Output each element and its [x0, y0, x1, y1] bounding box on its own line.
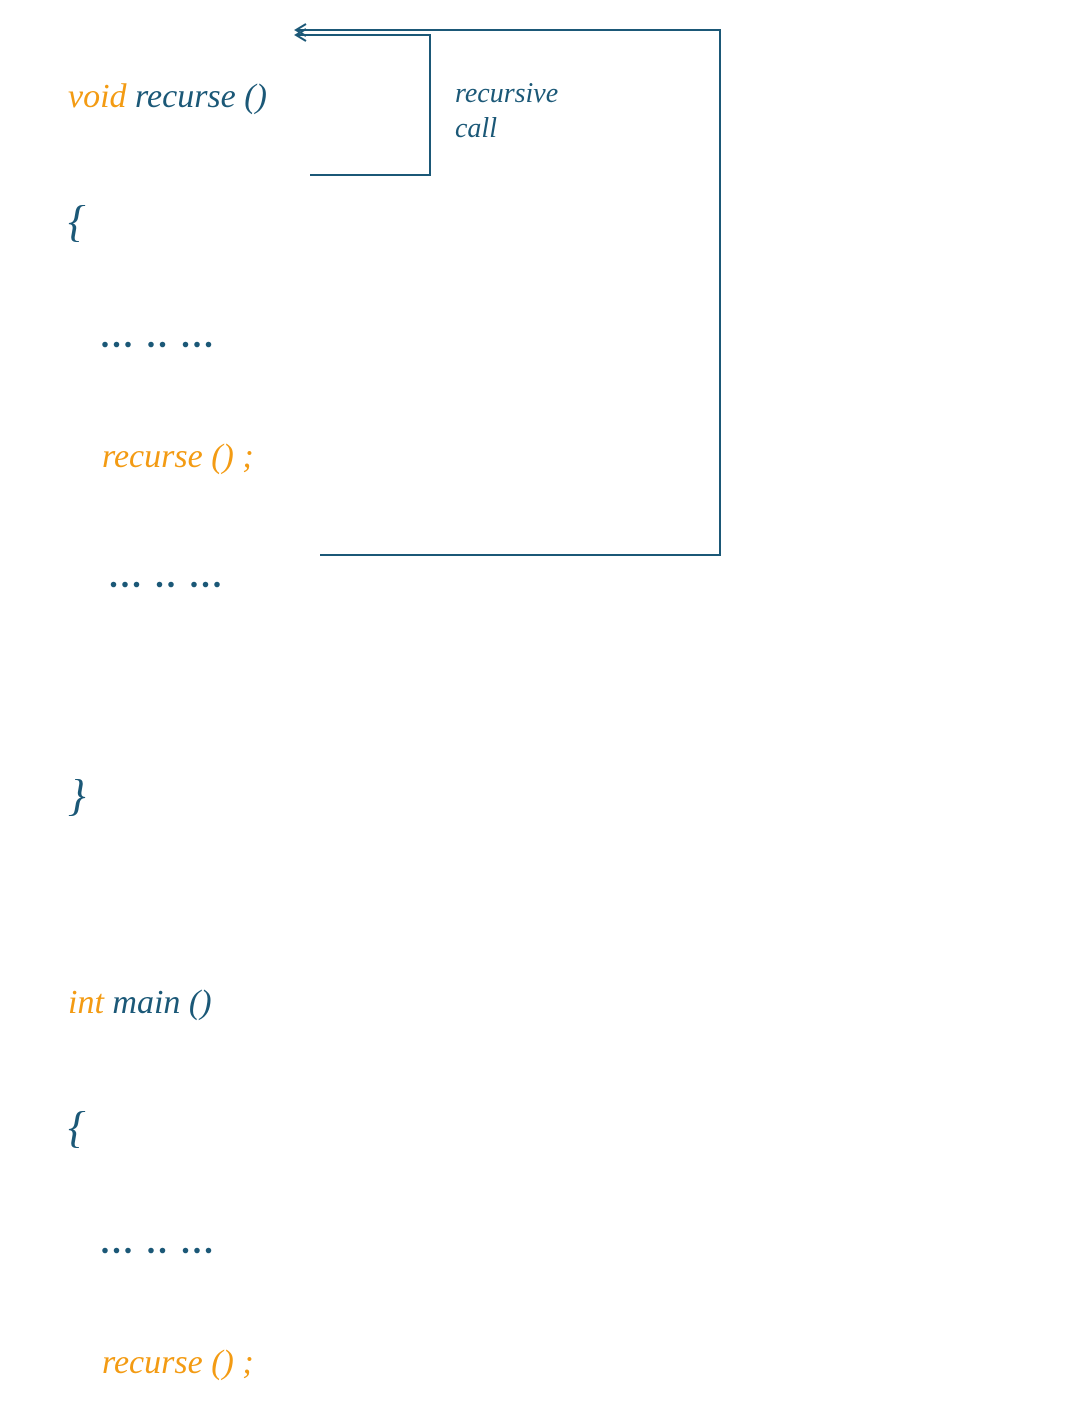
recurse-call-name-inner: recurse — [102, 438, 203, 475]
recursive-call-inner: recurse () ; — [68, 440, 267, 492]
main-function-header: int main () — [68, 986, 267, 1038]
ellipsis-2: ... .. ... — [111, 558, 226, 595]
open-brace-1: { — [68, 200, 267, 252]
main-parens: () — [189, 984, 212, 1021]
func-name-main: main — [112, 984, 180, 1021]
close-brace-1: } — [68, 774, 267, 826]
recurse-call-tail-main: () ; — [211, 1344, 253, 1381]
annotation-line-1: recursive — [455, 78, 558, 109]
open-brace-2: { — [68, 1106, 267, 1158]
recurse-call-name-main: recurse — [102, 1344, 203, 1381]
keyword-void: void — [68, 78, 127, 115]
ellipsis-3: ... .. ... — [102, 1224, 217, 1261]
body-dots-2: ... .. ... — [68, 560, 267, 612]
diagram-stage: void recurse () { ... .. ... recurse () … — [0, 0, 1079, 711]
recurse-parens: () — [244, 78, 267, 115]
brace-open-2: { — [68, 1103, 86, 1152]
brace-open-1: { — [68, 197, 86, 246]
brace-close-1: } — [68, 771, 86, 820]
call-from-main: recurse () ; — [68, 1346, 267, 1398]
func-name-recurse: recurse — [135, 78, 236, 115]
recurse-call-tail-inner: () ; — [211, 438, 253, 475]
spacer-2 — [68, 894, 267, 918]
annotation-line-2: call — [455, 113, 497, 144]
recursive-call-annotation: recursive call — [455, 76, 558, 146]
code-block: void recurse () { ... .. ... recurse () … — [68, 12, 267, 1422]
ellipsis-1: ... .. ... — [102, 318, 217, 355]
spacer-1 — [68, 680, 267, 706]
body-dots-3: ... .. ... — [68, 1226, 267, 1278]
body-dots-1: ... .. ... — [68, 320, 267, 372]
keyword-int: int — [68, 984, 104, 1021]
recurse-function-header: void recurse () — [68, 80, 267, 132]
